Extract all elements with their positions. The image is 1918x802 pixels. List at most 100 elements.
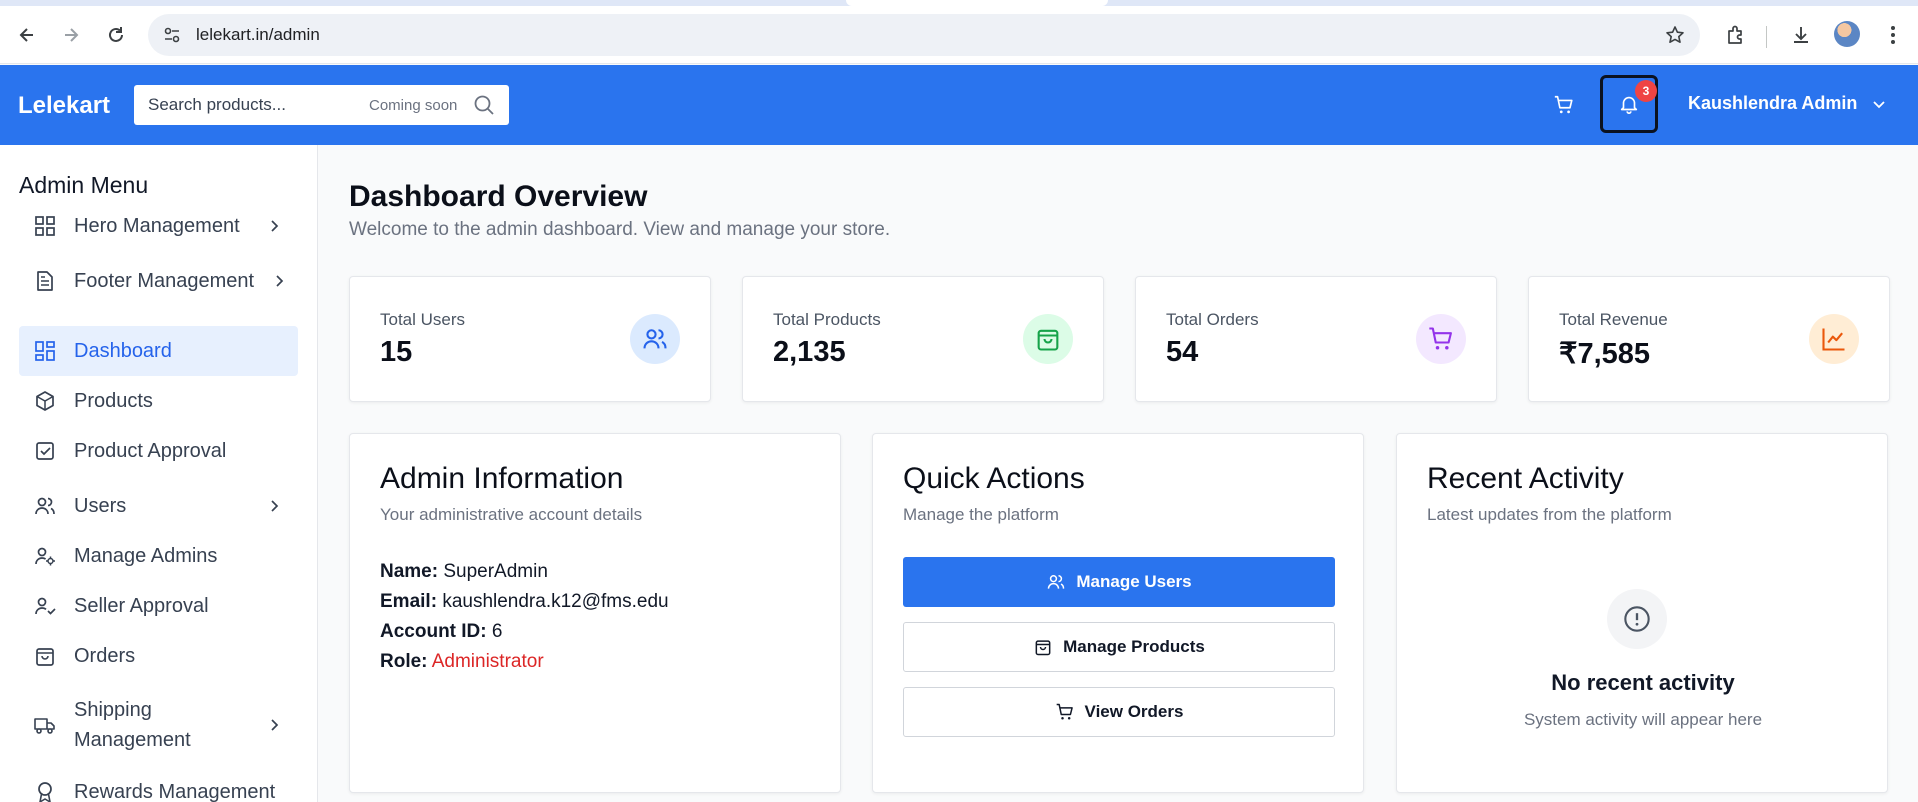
- stat-card-revenue: Total Revenue ₹7,585: [1528, 276, 1890, 402]
- button-label: View Orders: [1084, 702, 1184, 721]
- user-menu[interactable]: Kaushlendra Admin: [1688, 93, 1887, 114]
- chevron-down-icon: [1873, 100, 1885, 108]
- notifications-button[interactable]: 3: [1600, 75, 1658, 133]
- admin-account-id: 6: [491, 621, 503, 642]
- page-subtitle: Welcome to the admin dashboard. View and…: [349, 219, 891, 240]
- card-subtitle: Your administrative account details: [380, 505, 643, 524]
- quick-actions-card: Quick Actions Manage the platform Manage…: [872, 433, 1364, 793]
- search-icon[interactable]: [473, 94, 495, 116]
- view-orders-button[interactable]: View Orders: [903, 687, 1335, 737]
- download-icon[interactable]: [1788, 22, 1814, 48]
- admin-email-row: Email: kaushlendra.k12@fms.edu: [380, 591, 669, 613]
- card-subtitle: Latest updates from the platform: [1427, 505, 1672, 524]
- admin-name-row: Name: SuperAdmin: [380, 561, 548, 583]
- field-label: Name:: [380, 561, 439, 582]
- users-icon: [33, 494, 57, 518]
- card-title: Recent Activity: [1427, 462, 1624, 495]
- stat-label: Total Products: [773, 310, 881, 329]
- empty-state-subtitle: System activity will appear here: [1523, 710, 1763, 729]
- forward-icon[interactable]: [58, 22, 84, 48]
- search-input[interactable]: [148, 94, 348, 116]
- sidebar-item-label: Footer Management: [74, 269, 255, 292]
- sidebar-item-dashboard[interactable]: Dashboard: [19, 326, 298, 376]
- user-gear-icon: [33, 544, 57, 568]
- bookmark-star-icon[interactable]: [1664, 24, 1686, 46]
- page-title: Dashboard Overview: [349, 180, 648, 213]
- shopping-bag-icon: [1035, 640, 1051, 656]
- document-icon: [33, 269, 57, 293]
- card-title: Quick Actions: [903, 462, 1085, 495]
- empty-state-title: No recent activity: [1551, 670, 1735, 695]
- user-name: Kaushlendra Admin: [1688, 93, 1858, 113]
- sidebar-item-label: Hero Management: [74, 214, 240, 237]
- chevron-right-icon: [264, 496, 284, 516]
- sidebar-item-label: Dashboard: [74, 339, 172, 362]
- back-icon[interactable]: [14, 22, 40, 48]
- bag-icon: [33, 644, 57, 668]
- manage-users-button[interactable]: Manage Users: [903, 557, 1335, 607]
- field-label: Role:: [380, 651, 428, 672]
- more-menu-icon[interactable]: [1880, 22, 1906, 48]
- recent-activity-card: Recent Activity Latest updates from the …: [1396, 433, 1888, 793]
- admin-role-row: Role: Administrator: [380, 651, 544, 673]
- manage-products-button[interactable]: Manage Products: [903, 622, 1335, 672]
- stat-value: 15: [380, 336, 413, 368]
- field-label: Account ID:: [380, 621, 487, 642]
- sidebar-item-label: Product Approval: [74, 439, 227, 462]
- trend-icon: [1809, 314, 1859, 364]
- stat-value: 54: [1166, 336, 1199, 368]
- truck-icon: [33, 713, 57, 737]
- admin-account-row: Account ID: 6: [380, 621, 502, 643]
- extensions-icon[interactable]: [1723, 22, 1749, 48]
- cart-icon[interactable]: [1550, 91, 1578, 119]
- site-settings-icon[interactable]: [162, 25, 182, 45]
- sidebar-item-product-approval[interactable]: Product Approval: [19, 426, 298, 476]
- shopping-bag-icon: [1023, 314, 1073, 364]
- dashboard-icon: [33, 339, 57, 363]
- stat-label: Total Users: [380, 310, 466, 329]
- field-label: Email:: [380, 591, 438, 612]
- browser-toolbar: lelekart.in/admin: [0, 6, 1918, 64]
- sidebar-item-label: Seller Approval: [74, 594, 209, 617]
- alert-circle-icon: [1607, 589, 1667, 649]
- address-bar[interactable]: lelekart.in/admin: [148, 14, 1700, 56]
- box-icon: [33, 389, 57, 413]
- admin-name: SuperAdmin: [443, 561, 548, 582]
- users-icon: [630, 314, 680, 364]
- award-icon: [33, 780, 57, 802]
- chevron-right-icon: [269, 271, 289, 291]
- chevron-right-icon: [264, 216, 284, 236]
- sidebar-item-footer-management[interactable]: Footer Management: [19, 256, 298, 306]
- user-check-icon: [33, 594, 57, 618]
- stat-card-users: Total Users 15: [349, 276, 711, 402]
- chevron-right-icon: [264, 715, 284, 735]
- url-text[interactable]: lelekart.in/admin: [196, 25, 320, 45]
- sidebar-item-rewards-management[interactable]: Rewards Management: [19, 767, 298, 802]
- reload-icon[interactable]: [103, 22, 129, 48]
- toolbar-divider: [1766, 26, 1767, 48]
- sidebar-item-hero-management[interactable]: Hero Management: [19, 201, 298, 251]
- sidebar-item-manage-admins[interactable]: Manage Admins: [19, 531, 298, 581]
- stat-label: Total Orders: [1166, 310, 1259, 329]
- sidebar-title: Admin Menu: [19, 172, 149, 198]
- button-label: Manage Users: [1076, 572, 1192, 591]
- admin-email: kaushlendra.k12@fms.edu: [442, 591, 669, 612]
- grid-icon: [33, 214, 57, 238]
- profile-avatar[interactable]: [1834, 21, 1860, 47]
- stat-label: Total Revenue: [1559, 310, 1668, 329]
- stat-value: 2,135: [773, 336, 846, 368]
- users-icon: [1048, 575, 1065, 589]
- sidebar-item-shipping-management[interactable]: Shipping Management: [19, 693, 298, 757]
- cart-icon: [1056, 703, 1073, 720]
- check-square-icon: [33, 439, 57, 463]
- card-subtitle: Manage the platform: [903, 505, 1059, 524]
- sidebar-item-products[interactable]: Products: [19, 376, 298, 426]
- card-title: Admin Information: [380, 462, 624, 495]
- sidebar-item-users[interactable]: Users: [19, 481, 298, 531]
- app-header: Lelekart Coming soon 3 Kaushlendra Admin: [0, 65, 1918, 145]
- search-box: Coming soon: [134, 85, 509, 125]
- brand-logo[interactable]: Lelekart: [18, 92, 110, 120]
- sidebar-item-seller-approval[interactable]: Seller Approval: [19, 581, 298, 631]
- sidebar-item-orders[interactable]: Orders: [19, 631, 298, 681]
- sidebar-item-label: Orders: [74, 644, 136, 667]
